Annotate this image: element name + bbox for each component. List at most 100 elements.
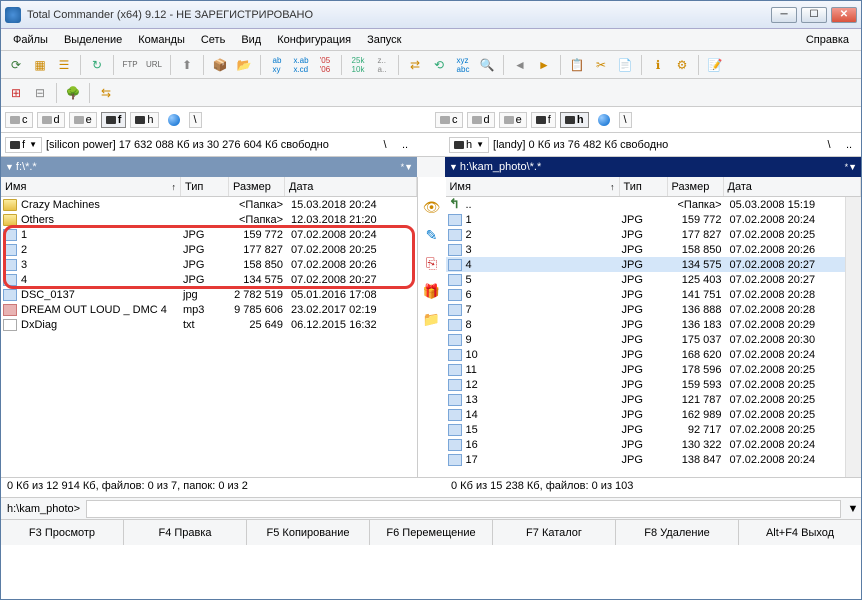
col-ext-left[interactable]: Тип <box>181 177 229 196</box>
file-row[interactable]: 17JPG138 84707.02.2008 20:24 <box>446 452 846 467</box>
file-row[interactable]: 8JPG136 18307.02.2008 20:29 <box>446 317 846 332</box>
sort-name-icon[interactable]: abxy <box>266 54 288 76</box>
file-row[interactable]: DREAM OUT LOUD _ DMC 4mp39 785 60623.02.… <box>1 302 417 317</box>
file-list-left[interactable]: Crazy Machines<Папка>15.03.2018 20:24Oth… <box>1 197 417 477</box>
drive-select-left[interactable]: f▼ <box>5 137 42 153</box>
drive-d-right[interactable]: d <box>467 112 495 128</box>
cut-icon[interactable]: ✂ <box>590 54 612 76</box>
col-date-right[interactable]: Дата <box>724 177 862 196</box>
menu-start[interactable]: Запуск <box>359 32 409 48</box>
file-row[interactable]: 7JPG136 88807.02.2008 20:28 <box>446 302 846 317</box>
file-row[interactable]: 2JPG177 82707.02.2008 20:25 <box>446 227 846 242</box>
nav-up-right[interactable]: .. <box>841 137 857 153</box>
network-right-icon[interactable] <box>593 109 615 131</box>
drive-root-right[interactable]: \ <box>619 112 632 128</box>
fkey-f4[interactable]: F4 Правка <box>124 520 247 545</box>
file-row[interactable]: 10JPG168 62007.02.2008 20:24 <box>446 347 846 362</box>
url-icon[interactable]: URL <box>143 54 165 76</box>
col-ext-right[interactable]: Тип <box>620 177 668 196</box>
reload-icon[interactable]: ↻ <box>86 54 108 76</box>
col-name-left[interactable]: Имя↑ <box>1 177 181 196</box>
drive-h-right[interactable]: h <box>560 112 589 128</box>
file-row[interactable]: 1JPG159 77207.02.2008 20:24 <box>446 212 846 227</box>
tree-icon[interactable]: 🌳 <box>62 82 84 104</box>
menu-selection[interactable]: Выделение <box>56 32 130 48</box>
unpack-icon[interactable]: 📂 <box>233 54 255 76</box>
drive-c-right[interactable]: c <box>435 112 463 128</box>
forward-icon[interactable]: ► <box>533 54 555 76</box>
mid-sync-icon[interactable]: 📁 <box>422 309 442 329</box>
closetab-icon[interactable]: ⊟ <box>29 82 51 104</box>
file-row[interactable]: 1JPG159 77207.02.2008 20:24 <box>1 227 417 242</box>
path-right[interactable]: ▼h:\kam_photo\*.**▼ <box>445 157 861 177</box>
file-row[interactable]: 13JPG121 78707.02.2008 20:25 <box>446 392 846 407</box>
file-row[interactable]: 4JPG134 57507.02.2008 20:27 <box>446 257 846 272</box>
col-date-left[interactable]: Дата <box>285 177 417 196</box>
view-brief-icon[interactable]: ▦ <box>29 54 51 76</box>
refresh-icon[interactable]: ⟳ <box>5 54 27 76</box>
fkey-f5[interactable]: F5 Копирование <box>247 520 370 545</box>
minimize-button[interactable]: ─ <box>771 7 797 23</box>
file-row[interactable]: 5JPG125 40307.02.2008 20:27 <box>446 272 846 287</box>
titlebar[interactable]: Total Commander (x64) 9.12 - НЕ ЗАРЕГИСТ… <box>1 1 861 29</box>
sort-unsorted-icon[interactable]: z..a.. <box>371 54 393 76</box>
file-row[interactable]: 14JPG162 98907.02.2008 20:25 <box>446 407 846 422</box>
network-left-icon[interactable] <box>163 109 185 131</box>
file-row[interactable]: 15JPG92 71707.02.2008 20:25 <box>446 422 846 437</box>
file-row[interactable]: 6JPG141 75107.02.2008 20:28 <box>446 287 846 302</box>
drive-h-left[interactable]: h <box>130 112 158 128</box>
file-row[interactable]: DxDiagtxt25 64906.12.2015 16:32 <box>1 317 417 332</box>
file-row[interactable]: 12JPG159 59307.02.2008 20:25 <box>446 377 846 392</box>
menu-net[interactable]: Сеть <box>193 32 233 48</box>
col-name-right[interactable]: Имя↑ <box>446 177 620 196</box>
drive-c-left[interactable]: c <box>5 112 33 128</box>
maximize-button[interactable]: ☐ <box>801 7 827 23</box>
sort-ext-icon[interactable]: x.abx.cd <box>290 54 312 76</box>
file-row[interactable]: 3JPG158 85007.02.2008 20:26 <box>1 257 417 272</box>
goto-icon[interactable]: ⬆ <box>176 54 198 76</box>
menu-config[interactable]: Конфигурация <box>269 32 359 48</box>
file-row[interactable]: 3JPG158 85007.02.2008 20:26 <box>446 242 846 257</box>
close-button[interactable]: ✕ <box>831 7 857 23</box>
col-size-right[interactable]: Размер <box>668 177 724 196</box>
sort-date-icon[interactable]: '05'06 <box>314 54 336 76</box>
fkey-f8[interactable]: F8 Удаление <box>616 520 739 545</box>
view-full-icon[interactable]: ☰ <box>53 54 75 76</box>
sync-icon[interactable]: ⟲ <box>428 54 450 76</box>
multirename-icon[interactable]: xyzabc <box>452 54 474 76</box>
paste-icon[interactable]: 📄 <box>614 54 636 76</box>
notepad-icon[interactable]: 📝 <box>704 54 726 76</box>
mid-copy-icon[interactable]: ⎘ <box>422 253 442 273</box>
drive-root-left[interactable]: \ <box>189 112 202 128</box>
options-icon[interactable]: ⚙ <box>671 54 693 76</box>
search-icon[interactable]: 🔍 <box>476 54 498 76</box>
file-row[interactable]: Others<Папка>12.03.2018 21:20 <box>1 212 417 227</box>
copy-icon[interactable]: 📋 <box>566 54 588 76</box>
nav-root-left[interactable]: \ <box>377 137 393 153</box>
command-input[interactable] <box>86 500 841 518</box>
path-left[interactable]: ▼f:\*.**▼ <box>1 157 417 177</box>
file-row[interactable]: 4JPG134 57507.02.2008 20:27 <box>1 272 417 287</box>
fkey-f7[interactable]: F7 Каталог <box>493 520 616 545</box>
drive-d-left[interactable]: d <box>37 112 65 128</box>
file-list-right[interactable]: ↰..<Папка>05.03.2008 15:191JPG159 77207.… <box>446 197 846 477</box>
scrollbar-right[interactable] <box>845 197 861 477</box>
ftp-icon[interactable]: FTP <box>119 54 141 76</box>
mid-view-icon[interactable]: 👁 <box>422 197 442 217</box>
command-history-dropdown[interactable]: ▼ <box>845 503 861 515</box>
nav-root-right[interactable]: \ <box>821 137 837 153</box>
file-row[interactable]: 9JPG175 03707.02.2008 20:30 <box>446 332 846 347</box>
drive-select-right[interactable]: h▼ <box>449 137 489 153</box>
fkey-altf4[interactable]: Alt+F4 Выход <box>739 520 861 545</box>
file-row[interactable]: ↰..<Папка>05.03.2008 15:19 <box>446 197 846 212</box>
menu-files[interactable]: Файлы <box>5 32 56 48</box>
drive-e-right[interactable]: e <box>499 112 527 128</box>
sort-size-icon[interactable]: 25k10k <box>347 54 369 76</box>
file-row[interactable]: Crazy Machines<Папка>15.03.2018 20:24 <box>1 197 417 212</box>
properties-icon[interactable]: ℹ <box>647 54 669 76</box>
menu-help[interactable]: Справка <box>798 32 857 48</box>
mid-pack-icon[interactable]: 🎁 <box>422 281 442 301</box>
fkey-f6[interactable]: F6 Перемещение <box>370 520 493 545</box>
menu-commands[interactable]: Команды <box>130 32 193 48</box>
mid-edit-icon[interactable]: ✎ <box>422 225 442 245</box>
